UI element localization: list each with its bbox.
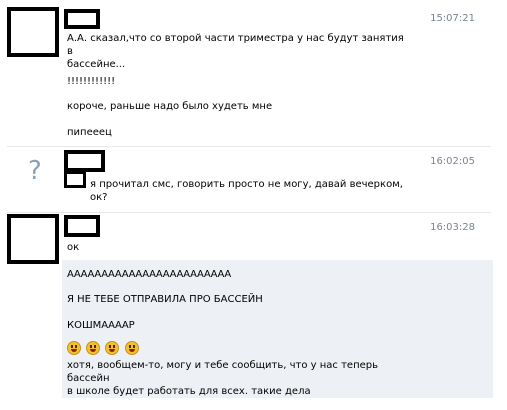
message-text: пипееец: [67, 127, 112, 138]
message-text: короче, раньше надо было худеть мне: [67, 101, 273, 112]
message-text: КОШМААААР: [67, 320, 135, 331]
message-text: ок: [67, 242, 80, 253]
laughing-face-icon: [124, 341, 139, 355]
message-text: я прочитал смс, говорить просто не могу,…: [90, 179, 403, 203]
sender-name[interactable]: [64, 215, 100, 237]
question-mark-avatar-icon[interactable]: ?: [28, 158, 42, 184]
message-timestamp: 16:02:05: [430, 156, 475, 167]
message-text: АААААААААААААААААААААААА: [67, 269, 232, 280]
message-timestamp: 16:03:28: [430, 222, 475, 233]
laughing-face-icon: [86, 341, 101, 355]
message-timestamp: 15:07:21: [430, 13, 475, 24]
message-text: хотя, вообщем-то, могу и тебе сообщить, …: [67, 360, 378, 397]
avatar[interactable]: [7, 214, 59, 264]
message-text: Я НЕ ТЕБЕ ОТПРАВИЛА ПРО БАССЕЙН: [67, 294, 263, 305]
laughing-face-icon: [67, 341, 81, 355]
laughing-face-icon: [105, 341, 120, 355]
message-divider: [7, 146, 491, 147]
sender-name[interactable]: [64, 9, 100, 29]
avatar[interactable]: [7, 7, 59, 57]
sender-name[interactable]: [64, 150, 105, 172]
sender-name-overlay: [64, 171, 86, 188]
emoji-row: [67, 341, 141, 355]
message-text: А.А. сказал,что со второй части триместр…: [67, 33, 404, 70]
message-text: !!!!!!!!!!!!: [67, 76, 116, 87]
message-text-continuation-fix: [67, 191, 87, 205]
message-divider: [7, 212, 491, 213]
